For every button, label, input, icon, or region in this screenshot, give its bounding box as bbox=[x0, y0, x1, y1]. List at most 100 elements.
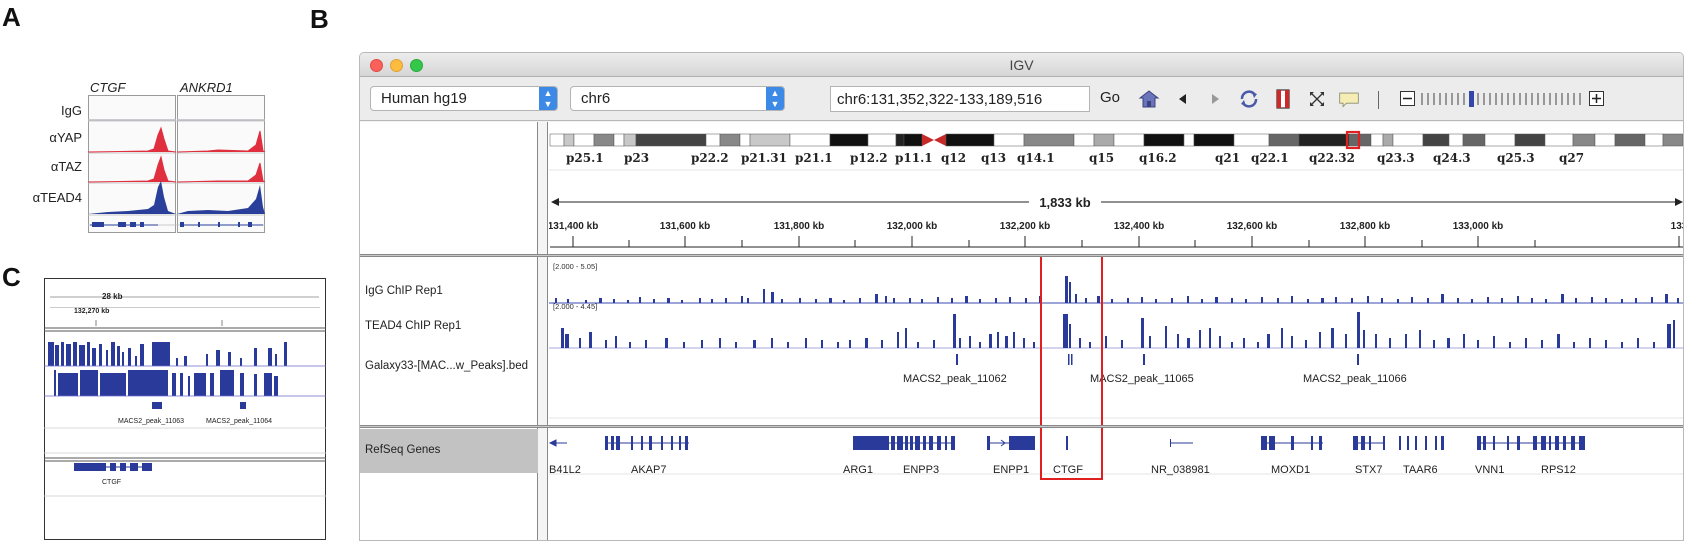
row-label-tead4: αTEAD4 bbox=[32, 190, 82, 205]
fit-icon[interactable] bbox=[1306, 88, 1328, 110]
cytoband-label: p23 bbox=[624, 151, 649, 165]
panel-a-signal-tracks bbox=[88, 119, 266, 227]
data-panel: p25.1 p23 p22.2 p21.31 p21.1 p12.2 p11.1… bbox=[549, 122, 1684, 540]
gene-label-enpp1[interactable]: ENPP1 bbox=[993, 464, 1029, 476]
panel-c-ruler-label: 28 kb bbox=[102, 292, 123, 301]
genome-select-value: Human hg19 bbox=[381, 90, 467, 107]
track-name-peaks[interactable]: Galaxy33-[MAC...w_Peaks].bed bbox=[365, 360, 528, 372]
cytoband-label: p22.2 bbox=[691, 151, 729, 165]
gene-label-enpp3[interactable]: ENPP3 bbox=[903, 464, 939, 476]
gene-label-nr038981[interactable]: NR_038981 bbox=[1151, 464, 1210, 476]
panel-c-gene-label: CTGF bbox=[102, 479, 122, 486]
cytoband-label: q16.2 bbox=[1139, 151, 1177, 165]
panel-c-view bbox=[44, 278, 326, 540]
chevron-updown-icon: ▲ ▼ bbox=[766, 87, 784, 110]
genome-select[interactable]: Human hg19 ▲ ▼ bbox=[370, 86, 558, 111]
cytoband-label: q22.1 bbox=[1251, 151, 1289, 165]
cytoband-label: p11.1 bbox=[895, 151, 933, 165]
cytoband-label: p21.1 bbox=[795, 151, 833, 165]
cytoband-label: q21 bbox=[1215, 151, 1240, 165]
panel-splitter-top[interactable] bbox=[360, 254, 1683, 257]
cytoband-label: q24.3 bbox=[1433, 151, 1471, 165]
track-name-refseq[interactable]: RefSeq Genes bbox=[360, 429, 538, 473]
cytoband-label: q25.3 bbox=[1497, 151, 1535, 165]
panel-a: CTGF ANKRD1 IgG αYAP αTAZ αTEAD4 bbox=[0, 0, 300, 240]
zoom-slider[interactable] bbox=[1400, 89, 1610, 109]
cytoband-label: q27 bbox=[1559, 151, 1584, 165]
panel-splitter-bottom[interactable] bbox=[360, 425, 1683, 428]
gene-label-b41l2[interactable]: B41L2 bbox=[549, 464, 581, 476]
signal-tracks bbox=[549, 276, 1683, 419]
ruler-tick-label: 132,000 kb bbox=[887, 221, 938, 232]
cytoband-labels: p25.1 p23 p22.2 p21.31 p21.1 p12.2 p11.1… bbox=[566, 151, 1584, 165]
ruler-tick-labels: 131,400 kb 131,600 kb 131,800 kb 132,000… bbox=[549, 221, 1684, 232]
row-label-igg: IgG bbox=[61, 103, 82, 118]
ruler-tick-label: 132,600 kb bbox=[1227, 221, 1278, 232]
gene-label-ctgf: CTGF bbox=[90, 80, 126, 95]
window-title: IGV bbox=[1009, 57, 1034, 73]
popup-icon[interactable] bbox=[1338, 88, 1360, 110]
ruler-tick-label: 133 bbox=[1671, 221, 1684, 232]
ruler-tick-label: 133,000 kb bbox=[1453, 221, 1504, 232]
igv-content: IgG ChIP Rep1 TEAD4 ChIP Rep1 Galaxy33-[… bbox=[360, 122, 1684, 540]
peak-label-11066: MACS2_peak_11066 bbox=[1303, 373, 1407, 385]
cytoband-label: q14.1 bbox=[1017, 151, 1055, 165]
row-label-taz: αTAZ bbox=[50, 159, 82, 174]
gene-label-akap7[interactable]: AKAP7 bbox=[631, 464, 666, 476]
cytoband-label: q15 bbox=[1089, 151, 1114, 165]
attribute-panel bbox=[538, 122, 548, 540]
gene-label-stx7[interactable]: STX7 bbox=[1355, 464, 1383, 476]
go-button[interactable]: Go bbox=[1100, 89, 1120, 106]
peak-bed-features bbox=[956, 354, 1359, 365]
track-name-panel: IgG ChIP Rep1 TEAD4 ChIP Rep1 Galaxy33-[… bbox=[360, 122, 538, 540]
cytoband-label: q12 bbox=[941, 151, 966, 165]
gene-label-moxd1[interactable]: MOXD1 bbox=[1271, 464, 1310, 476]
chromosome-select[interactable]: chr6 ▲ ▼ bbox=[570, 86, 785, 111]
cytoband-label: q22.32 bbox=[1309, 151, 1355, 165]
chevron-updown-icon: ▲ ▼ bbox=[539, 87, 557, 110]
cytoband-label: q13 bbox=[981, 151, 1006, 165]
ruler-tick-label: 132,200 kb bbox=[1000, 221, 1051, 232]
gene-label-arg1[interactable]: ARG1 bbox=[843, 464, 873, 476]
title-bar: IGV bbox=[360, 53, 1683, 77]
tead4-chip-bars bbox=[561, 312, 1675, 348]
panel-c-peak-label-1: MACS2_peak_11063 bbox=[118, 418, 185, 425]
ruler-tick-label: 131,400 kb bbox=[549, 221, 598, 232]
span-label: 1,833 kb bbox=[1039, 195, 1090, 210]
peak-label-11062: MACS2_peak_11062 bbox=[903, 373, 1007, 385]
chromosome-ideogram[interactable]: p25.1 p23 p22.2 p21.31 p21.1 p12.2 p11.1… bbox=[549, 122, 1684, 272]
toolbar-divider bbox=[1378, 91, 1379, 109]
ruler-tick-label: 132,800 kb bbox=[1340, 221, 1391, 232]
track-name-igg[interactable]: IgG ChIP Rep1 bbox=[365, 285, 443, 297]
panel-c-peak-label-2: MACS2_peak_11064 bbox=[206, 418, 273, 425]
cytoband-label: p12.2 bbox=[850, 151, 888, 165]
chromosome-select-value: chr6 bbox=[581, 90, 611, 107]
row-label-yap: αYAP bbox=[49, 130, 82, 145]
roi-icon[interactable] bbox=[1272, 88, 1294, 110]
forward-icon[interactable] bbox=[1204, 88, 1226, 110]
ruler-tick-label: 131,600 kb bbox=[660, 221, 711, 232]
gene-label-taar6[interactable]: TAAR6 bbox=[1403, 464, 1438, 476]
cytoband-label: p25.1 bbox=[566, 151, 604, 165]
back-icon[interactable] bbox=[1172, 88, 1194, 110]
panel-letter-b: B bbox=[310, 4, 329, 34]
ruler-tick-label: 131,800 kb bbox=[774, 221, 825, 232]
refseq-gene-models bbox=[549, 436, 1683, 475]
ruler-tick-label: 132,400 kb bbox=[1114, 221, 1165, 232]
ctgf-highlight-box bbox=[1040, 255, 1103, 480]
igv-window: IGV Human hg19 ▲ ▼ chr6 ▲ ▼ chr6:131,352,3… bbox=[359, 52, 1684, 541]
igg-chip-bars bbox=[555, 276, 1679, 303]
panel-c-tick-label: 132,270 kb bbox=[74, 308, 110, 315]
toolbar: Human hg19 ▲ ▼ chr6 ▲ ▼ chr6:131,352,322-1… bbox=[360, 77, 1683, 121]
track-name-tead4[interactable]: TEAD4 ChIP Rep1 bbox=[365, 320, 461, 332]
home-icon[interactable] bbox=[1138, 88, 1160, 110]
peak-label-11065: MACS2_peak_11065 bbox=[1090, 373, 1194, 385]
gene-label-rps12[interactable]: RPS12 bbox=[1541, 464, 1576, 476]
locus-input[interactable]: chr6:131,352,322-133,189,516 bbox=[830, 86, 1090, 112]
gene-label-ankrd1: ANKRD1 bbox=[180, 80, 233, 95]
panel-c: 28 kb 132,270 kb MACS2_peak_11063 MACS2_… bbox=[0, 260, 330, 541]
refresh-icon[interactable] bbox=[1238, 88, 1260, 110]
cytoband-label: p21.31 bbox=[741, 151, 787, 165]
gene-label-vnn1[interactable]: VNN1 bbox=[1475, 464, 1504, 476]
cytoband-label: q23.3 bbox=[1377, 151, 1415, 165]
